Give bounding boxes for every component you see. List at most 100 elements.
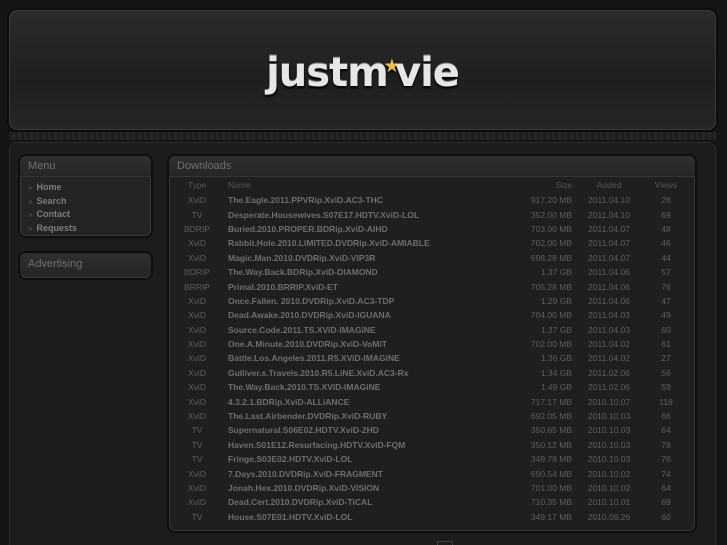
cell-type: TV: [191, 209, 203, 220]
cell-name[interactable]: House.S07E01.HDTV.XviD-LOL: [222, 510, 512, 524]
table-row[interactable]: BDRIP Buried.2010.PROPER.BDRip.XviD-AIHD 7…: [172, 222, 692, 236]
menu-item-requests[interactable]: » Requests: [28, 222, 151, 236]
downloads-table: Type Name Size Added Views XviD The.Eagle…: [172, 177, 692, 524]
cell-name[interactable]: Buried.2010.PROPER.BDRip.XviD-AIHD: [222, 222, 512, 236]
cell-added: 2011.04.06: [588, 295, 630, 306]
table-row[interactable]: BRRIP Primal.2010.BRRIP.XviD-ET 705.28 MB 2…: [172, 279, 692, 293]
cell-name[interactable]: 4.3.2.1.BDRip.XviD-ALLiANCE: [222, 394, 512, 408]
table-row[interactable]: XviD Dead.Cert.2010.DVDRip.XviD-TiCAL 710.…: [172, 495, 692, 509]
cell-name[interactable]: The.Eagle.2011.PPVRip.XviD.AC3-THC: [222, 193, 512, 207]
cell-size: 705.28 MB: [530, 281, 572, 292]
table-row[interactable]: XviD Dead.Awake.2010.DVDRip.XviD-IGUANA 70…: [172, 308, 692, 322]
cell-type: XviD: [188, 411, 206, 422]
table-row[interactable]: XviD The.Eagle.2011.PPVRip.XviD.AC3-THC 91…: [172, 193, 692, 207]
cell-type: XviD: [188, 295, 206, 306]
menu-title: Menu: [20, 156, 151, 177]
cell-name[interactable]: 7.Days.2010.DVDRip.XviD-FRAGMENT: [222, 466, 512, 480]
table-row[interactable]: XviD The.Way.Back.2010.TS.XViD-IMAGiNE 1.4…: [172, 380, 692, 394]
column-header-size[interactable]: Size: [512, 177, 578, 193]
column-header-type[interactable]: Type: [172, 177, 222, 193]
table-row[interactable]: TV Haven.S01E12.Resurfacing.HDTV.XviD-FQM…: [172, 438, 692, 452]
menu-item-label: Contact: [36, 209, 70, 219]
cell-name[interactable]: Dead.Cert.2010.DVDRip.XviD-TiCAL: [222, 495, 512, 509]
cell-type: BDRIP: [184, 223, 210, 234]
cell-type: XviD: [188, 252, 206, 263]
menu-item-label: Requests: [36, 222, 77, 233]
table-row[interactable]: XviD Jonah.Hex.2010.DVDRip.XviD-VISION 701…: [172, 481, 692, 495]
cell-type: XviD: [188, 310, 206, 321]
menu-item-home[interactable]: » Home: [28, 181, 151, 195]
cell-name[interactable]: Supernatural.S06E02.HDTV.XviD-2HD: [222, 423, 512, 437]
cell-name[interactable]: Source.Code.2011.TS.XViD-IMAGiNE: [222, 323, 512, 337]
cell-added: 2011.04.02: [588, 339, 630, 350]
menu-item-search[interactable]: » Search: [28, 195, 151, 209]
table-row[interactable]: XviD Magic.Man.2010.DVDRip.XviD-VIP3R 698.…: [172, 251, 692, 265]
scroll-indicator[interactable]: [437, 541, 453, 545]
table-row[interactable]: BDRIP The.Way.Back.BDRip.XviD-DIAMOND 1.37…: [172, 265, 692, 279]
table-row[interactable]: TV Desperate.Housewives.S07E17.HDTV.XviD-…: [172, 207, 692, 221]
cell-type: XviD: [188, 382, 206, 393]
site-logo[interactable]: justm★vie: [9, 50, 716, 96]
cell-views: 64: [661, 483, 671, 493]
table-row[interactable]: XviD Once.Fallen. 2010.DVDRip.XviD.AC3-TD…: [172, 294, 692, 308]
cell-name[interactable]: Fringe.S03E02.HDTV.XviD-LOL: [222, 452, 512, 466]
table-row[interactable]: XviD Battle.Los.Angeles.2011.R5.XViD-IMAG…: [172, 351, 692, 365]
table-row[interactable]: XviD Gulliver.s.Travels.2010.R5.LiNE.XviD…: [172, 366, 692, 380]
cell-views: 49: [661, 310, 671, 321]
cell-name[interactable]: Battle.Los.Angeles.2011.R5.XViD-IMAGiNE: [222, 351, 512, 365]
column-header-added[interactable]: Added: [578, 177, 640, 193]
cell-size: 350.65 MB: [530, 425, 572, 436]
logo-text-start: justm: [266, 50, 389, 96]
table-row[interactable]: XviD 4.3.2.1.BDRip.XviD-ALLiANCE 717.17 MB…: [172, 394, 692, 408]
cell-added: 2010.10.02: [587, 468, 631, 479]
cell-type: XviD: [188, 353, 206, 364]
column-header-views[interactable]: Views: [640, 177, 692, 193]
cell-type: XviD: [188, 195, 206, 206]
cell-type: XviD: [188, 396, 206, 407]
cell-name[interactable]: Haven.S01E12.Resurfacing.HDTV.XviD-FQM: [222, 438, 512, 452]
cell-views: 60: [661, 324, 671, 335]
cell-name[interactable]: Rabbit.Hole.2010.LIMITED.DVDRip.XviD-AMI…: [222, 236, 512, 250]
table-row[interactable]: TV House.S07E01.HDTV.XviD-LOL 349.17 MB 201…: [172, 510, 692, 524]
downloads-table-body: XviD The.Eagle.2011.PPVRip.XviD.AC3-THC 91…: [172, 193, 692, 524]
cell-added: 2011.04.03: [588, 310, 630, 321]
cell-name[interactable]: Gulliver.s.Travels.2010.R5.LiNE.XviD.AC3…: [222, 366, 512, 380]
table-row[interactable]: XviD 7.Days.2010.DVDRip.XviD-FRAGMENT 690.…: [172, 466, 692, 480]
advertising-title: Advertising: [20, 253, 151, 275]
cell-views: 47: [661, 295, 671, 306]
cell-views: 74: [661, 468, 671, 479]
cell-type: XviD: [188, 497, 206, 508]
advertising-box: Advertising: [20, 253, 151, 278]
cell-name[interactable]: Dead.Awake.2010.DVDRip.XviD-IGUANA: [222, 308, 512, 322]
cell-name[interactable]: Primal.2010.BRRIP.XviD-ET: [222, 279, 512, 293]
cell-name[interactable]: The.Last.Airbender.DVDRip.XviD-RUBY: [222, 409, 512, 423]
cell-views: 118: [659, 396, 673, 407]
cell-name[interactable]: Magic.Man.2010.DVDRip.XviD-VIP3R: [222, 251, 512, 265]
cell-size: 704.00 MB: [530, 310, 572, 321]
table-row[interactable]: XviD One.A.Minute.2010.DVDRip.XviD-VoMiT 7…: [172, 337, 692, 351]
cell-added: 2010.10.03: [587, 425, 631, 436]
cell-size: 1.36 GB: [540, 353, 572, 364]
cell-name[interactable]: Jonah.Hex.2010.DVDRip.XviD-VISION: [222, 481, 512, 495]
cell-name[interactable]: The.Way.Back.2010.TS.XViD-IMAGiNE: [222, 380, 512, 394]
column-header-name[interactable]: Name: [222, 177, 512, 193]
table-row[interactable]: XviD Source.Code.2011.TS.XViD-IMAGiNE 1.37…: [172, 323, 692, 337]
cell-name[interactable]: Desperate.Housewives.S07E17.HDTV.XviD-LO…: [222, 207, 512, 221]
cell-size: 352.00 MB: [530, 209, 572, 220]
cell-name[interactable]: The.Way.Back.BDRip.XviD-DIAMOND: [222, 265, 512, 279]
cell-added: 2010.10.01: [587, 497, 631, 508]
table-row[interactable]: TV Supernatural.S06E02.HDTV.XviD-2HD 350.6…: [172, 423, 692, 437]
cell-added: 2010.10.03: [587, 454, 631, 465]
cell-name[interactable]: One.A.Minute.2010.DVDRip.XviD-VoMiT: [222, 337, 512, 351]
cell-type: BRRIP: [184, 281, 210, 292]
cell-name[interactable]: Once.Fallen. 2010.DVDRip.XviD.AC3-TDP: [222, 294, 512, 308]
table-row[interactable]: XviD Rabbit.Hole.2010.LIMITED.DVDRip.XviD…: [172, 236, 692, 250]
cell-type: XviD: [188, 367, 206, 378]
cell-type: XviD: [188, 483, 206, 493]
bullet-icon: »: [28, 183, 33, 192]
site-header: justm★vie: [9, 10, 716, 130]
table-row[interactable]: TV Fringe.S03E02.HDTV.XviD-LOL 349.78 MB 20…: [172, 452, 692, 466]
cell-views: 59: [661, 382, 671, 393]
menu-item-contact[interactable]: » Contact: [28, 208, 151, 222]
table-row[interactable]: XviD The.Last.Airbender.DVDRip.XviD-RUBY 6…: [172, 409, 692, 423]
